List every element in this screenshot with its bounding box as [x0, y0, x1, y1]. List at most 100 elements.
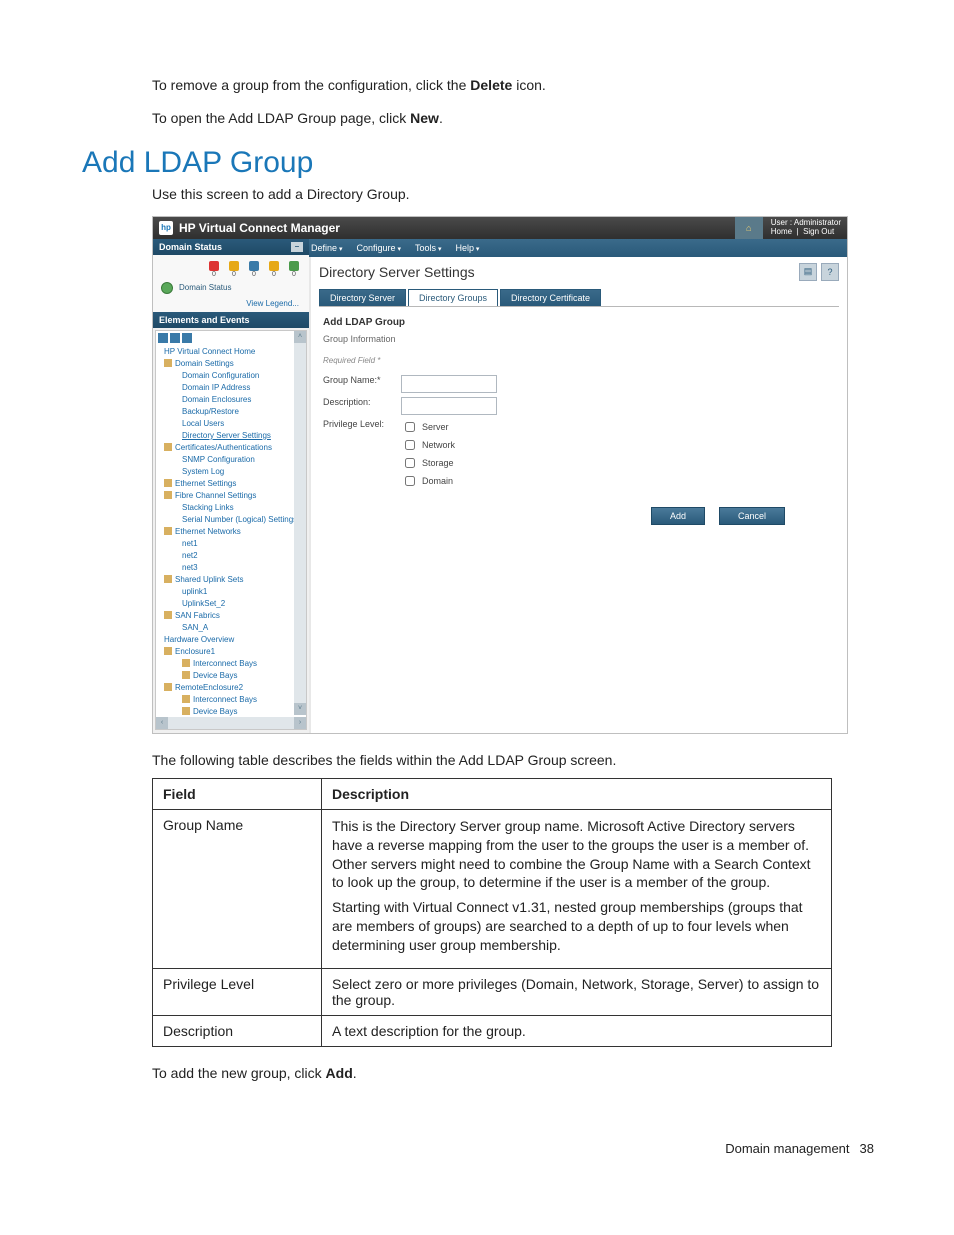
tree-link[interactable]: Backup/Restore: [182, 407, 239, 416]
menu-define[interactable]: Define: [311, 243, 342, 253]
home-icon[interactable]: ⌂: [735, 217, 763, 239]
tree-item[interactable]: Directory Server Settings: [164, 429, 306, 441]
tree-link[interactable]: Device Bays: [193, 671, 237, 680]
tree-link[interactable]: System Log: [182, 467, 224, 476]
tree-item[interactable]: Device Bays: [164, 705, 306, 717]
tree-item[interactable]: RemoteEnclosure2: [164, 681, 306, 693]
tree-link[interactable]: UplinkSet_2: [182, 599, 225, 608]
input-group-name[interactable]: [401, 375, 497, 393]
checkbox-server[interactable]: [405, 422, 415, 432]
tree-item[interactable]: net3: [164, 561, 306, 573]
checkbox-domain[interactable]: [405, 476, 415, 486]
tree-link[interactable]: Shared Uplink Sets: [175, 575, 243, 584]
menu-configure[interactable]: Configure: [356, 243, 401, 253]
label-description: Description:: [323, 397, 393, 407]
tree-link[interactable]: SNMP Configuration: [182, 455, 255, 464]
tree-item[interactable]: net1: [164, 537, 306, 549]
tree-link[interactable]: Stacking Links: [182, 503, 234, 512]
tab-directory-groups[interactable]: Directory Groups: [408, 289, 498, 306]
tree-link[interactable]: net3: [182, 563, 198, 572]
tree-item[interactable]: Fibre Channel Settings: [164, 489, 306, 501]
tree-item[interactable]: Interconnect Bays: [164, 657, 306, 669]
tree-link[interactable]: Enclosure1: [175, 647, 215, 656]
folder-icon: [164, 574, 175, 584]
tree-item[interactable]: Interconnect Bays: [164, 693, 306, 705]
input-description[interactable]: [401, 397, 497, 415]
tree-item[interactable]: UplinkSet_2: [164, 597, 306, 609]
help-icon[interactable]: ?: [821, 263, 839, 281]
tree-link[interactable]: net2: [182, 551, 198, 560]
tree-tool-icon[interactable]: [182, 333, 192, 343]
domain-status-text: Domain Status: [179, 283, 231, 292]
menu-tools[interactable]: Tools: [415, 243, 441, 253]
tree-link[interactable]: Hardware Overview: [164, 635, 234, 644]
tree-link[interactable]: SAN_A: [182, 623, 208, 632]
tree-link[interactable]: net1: [182, 539, 198, 548]
tree-item[interactable]: Device Bays: [164, 669, 306, 681]
tree-item[interactable]: Domain Enclosures: [164, 393, 306, 405]
tree-item[interactable]: Domain IP Address: [164, 381, 306, 393]
scroll-down-icon[interactable]: ˅: [294, 703, 306, 715]
checkbox-network[interactable]: [405, 440, 415, 450]
tree-item[interactable]: Backup/Restore: [164, 405, 306, 417]
tree-link[interactable]: HP Virtual Connect Home: [164, 347, 255, 356]
tab-directory-certificate[interactable]: Directory Certificate: [500, 289, 601, 306]
checkbox-storage[interactable]: [405, 458, 415, 468]
tree-link[interactable]: RemoteEnclosure2: [175, 683, 243, 692]
warning-icon: [229, 261, 239, 271]
tree-link[interactable]: Domain Configuration: [182, 371, 259, 380]
tree-link[interactable]: Local Users: [182, 419, 224, 428]
view-legend-link[interactable]: View Legend...: [246, 299, 299, 308]
tree-item[interactable]: System Log: [164, 465, 306, 477]
folder-icon: [182, 670, 193, 680]
tree-item[interactable]: SNMP Configuration: [164, 453, 306, 465]
scroll-right-icon[interactable]: ›: [294, 717, 306, 729]
tree-item[interactable]: Domain Configuration: [164, 369, 306, 381]
tree-item[interactable]: Serial Number (Logical) Settings: [164, 513, 306, 525]
minimize-icon[interactable]: –: [291, 242, 303, 252]
tab-directory-server[interactable]: Directory Server: [319, 289, 406, 306]
tree-tool-icon[interactable]: [158, 333, 168, 343]
tree-item[interactable]: Local Users: [164, 417, 306, 429]
tree-link[interactable]: Serial Number (Logical) Settings: [182, 515, 297, 524]
tree-item[interactable]: SAN Fabrics: [164, 609, 306, 621]
scroll-left-icon[interactable]: ‹: [156, 717, 168, 729]
tree-link[interactable]: Ethernet Settings: [175, 479, 236, 488]
home-link[interactable]: Home: [771, 227, 792, 236]
text: To open the Add LDAP Group page, click: [152, 110, 410, 126]
vertical-scrollbar[interactable]: ˄ ˅: [294, 331, 306, 715]
tree-item[interactable]: uplink1: [164, 585, 306, 597]
tree-item[interactable]: Hardware Overview: [164, 633, 306, 645]
cancel-button[interactable]: Cancel: [719, 507, 785, 525]
tree-link[interactable]: Directory Server Settings: [182, 431, 271, 440]
tree-link[interactable]: Interconnect Bays: [193, 695, 257, 704]
tree-item[interactable]: SAN_A: [164, 621, 306, 633]
tree-link[interactable]: SAN Fabrics: [175, 611, 220, 620]
tree-link[interactable]: uplink1: [182, 587, 207, 596]
signout-link[interactable]: Sign Out: [803, 227, 834, 236]
tree-link[interactable]: Certificates/Authentications: [175, 443, 272, 452]
tree-link[interactable]: Domain IP Address: [182, 383, 250, 392]
tree-link[interactable]: Device Bays: [193, 707, 237, 716]
tree-link[interactable]: Domain Settings: [175, 359, 234, 368]
error-icon: [209, 261, 219, 271]
tree-link[interactable]: Domain Enclosures: [182, 395, 251, 404]
tree-item[interactable]: Ethernet Settings: [164, 477, 306, 489]
tree-item[interactable]: net2: [164, 549, 306, 561]
tree-item[interactable]: Domain Settings: [164, 357, 306, 369]
print-icon[interactable]: ▤: [799, 263, 817, 281]
tree-item[interactable]: HP Virtual Connect Home: [164, 345, 306, 357]
menu-help[interactable]: Help: [455, 243, 479, 253]
tree-link[interactable]: Fibre Channel Settings: [175, 491, 256, 500]
tree-item[interactable]: Ethernet Networks: [164, 525, 306, 537]
horizontal-scrollbar[interactable]: ‹ ›: [156, 717, 306, 729]
tree-item[interactable]: Certificates/Authentications: [164, 441, 306, 453]
tree-tool-icon[interactable]: [170, 333, 180, 343]
tree-link[interactable]: Ethernet Networks: [175, 527, 241, 536]
tree-link[interactable]: Interconnect Bays: [193, 659, 257, 668]
add-button[interactable]: Add: [651, 507, 705, 525]
scroll-up-icon[interactable]: ˄: [294, 331, 306, 343]
tree-item[interactable]: Enclosure1: [164, 645, 306, 657]
tree-item[interactable]: Stacking Links: [164, 501, 306, 513]
tree-item[interactable]: Shared Uplink Sets: [164, 573, 306, 585]
